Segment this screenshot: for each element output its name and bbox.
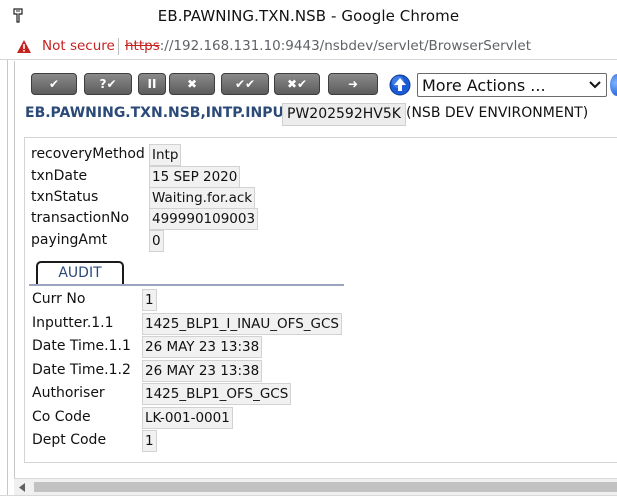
field-value-recovery-method: Intp: [149, 144, 182, 166]
audit-value-authoriser: 1425_BLP1_OFS_GCS: [142, 383, 292, 405]
audit-label-curr-no: Curr No: [32, 291, 86, 307]
application-name: EB.PAWNING.TXN.NSB,INTP.INPUT: [25, 105, 294, 121]
field-label-txn-status: txnStatus: [31, 189, 99, 205]
horizontal-scrollbar[interactable]: [14, 478, 617, 495]
audit-value-curr-no: 1: [142, 289, 157, 311]
window-titlebar: EB.PAWNING.TXN.NSB - Google Chrome: [0, 0, 617, 33]
reverse-button[interactable]: ✖✔: [274, 73, 320, 95]
window-title: EB.PAWNING.TXN.NSB - Google Chrome: [157, 7, 460, 25]
address-bar[interactable]: Not secure https://192.168.131.10:9443/n…: [0, 33, 617, 60]
delete-button[interactable]: ✖: [169, 73, 215, 95]
url-path: ://192.168.131.10:9443/nsbdev/servlet/Br…: [159, 38, 532, 54]
help-icon[interactable]: [610, 74, 617, 96]
field-label-paying-amt: payingAmt: [31, 232, 108, 248]
audit-value-date-time-1: 26 MAY 23 13:38: [142, 336, 263, 358]
url-scheme: https: [125, 38, 160, 54]
field-value-txn-date: 15 SEP 2020: [149, 166, 241, 188]
audit-value-inputter: 1425_BLP1_I_INAU_OFS_GCS: [142, 313, 342, 335]
window-bottom-edge: [0, 495, 617, 504]
next-button[interactable]: ➜: [328, 73, 378, 95]
chevron-down-icon: [589, 81, 601, 89]
audit-label-date-time-1: Date Time.1.1: [32, 338, 131, 354]
url-text[interactable]: https://192.168.131.10:9443/nsbdev/servl…: [125, 38, 531, 54]
address-separator: [118, 38, 119, 55]
not-secure-label[interactable]: Not secure: [42, 38, 115, 54]
field-label-txn-date: txnDate: [31, 168, 88, 184]
environment-label: (NSB DEV ENVIRONMENT): [406, 105, 589, 121]
transaction-id: PW202592HV5K: [282, 103, 406, 126]
commit-button[interactable]: ✔: [31, 73, 77, 95]
tab-audit[interactable]: AUDIT: [36, 261, 124, 286]
validate-button[interactable]: ?✔: [84, 73, 132, 95]
more-actions-label: More Actions ...: [422, 76, 546, 95]
tab-underline: [29, 284, 344, 286]
field-value-paying-amt: 0: [149, 230, 164, 252]
field-value-txn-status: Waiting.for.ack: [149, 187, 256, 209]
audit-label-date-time-2: Date Time.1.2: [32, 362, 131, 378]
field-label-transaction-no: transactionNo: [31, 210, 130, 226]
audit-label-dept-code: Dept Code: [32, 432, 107, 448]
scrollbar-thumb[interactable]: [34, 482, 617, 492]
field-value-transaction-no: 499990109003: [149, 208, 259, 230]
scroll-left-icon[interactable]: [18, 483, 26, 492]
field-label-recovery-method: recoveryMethod: [31, 146, 145, 162]
more-actions-select[interactable]: More Actions ...: [417, 73, 607, 97]
warning-icon[interactable]: [16, 39, 32, 54]
audit-value-co-code: LK-001-0001: [142, 407, 233, 429]
record-panel: [24, 137, 617, 463]
authorise-button[interactable]: ✔✔: [221, 73, 269, 95]
audit-label-co-code: Co Code: [32, 409, 91, 425]
audit-label-authoriser: Authoriser: [32, 385, 105, 401]
audit-value-date-time-2: 26 MAY 23 13:38: [142, 360, 263, 382]
hold-button[interactable]: II: [138, 73, 166, 95]
audit-label-inputter: Inputter.1.1: [32, 315, 114, 331]
up-arrow-icon[interactable]: [388, 74, 412, 96]
audit-value-dept-code: 1: [142, 430, 157, 452]
